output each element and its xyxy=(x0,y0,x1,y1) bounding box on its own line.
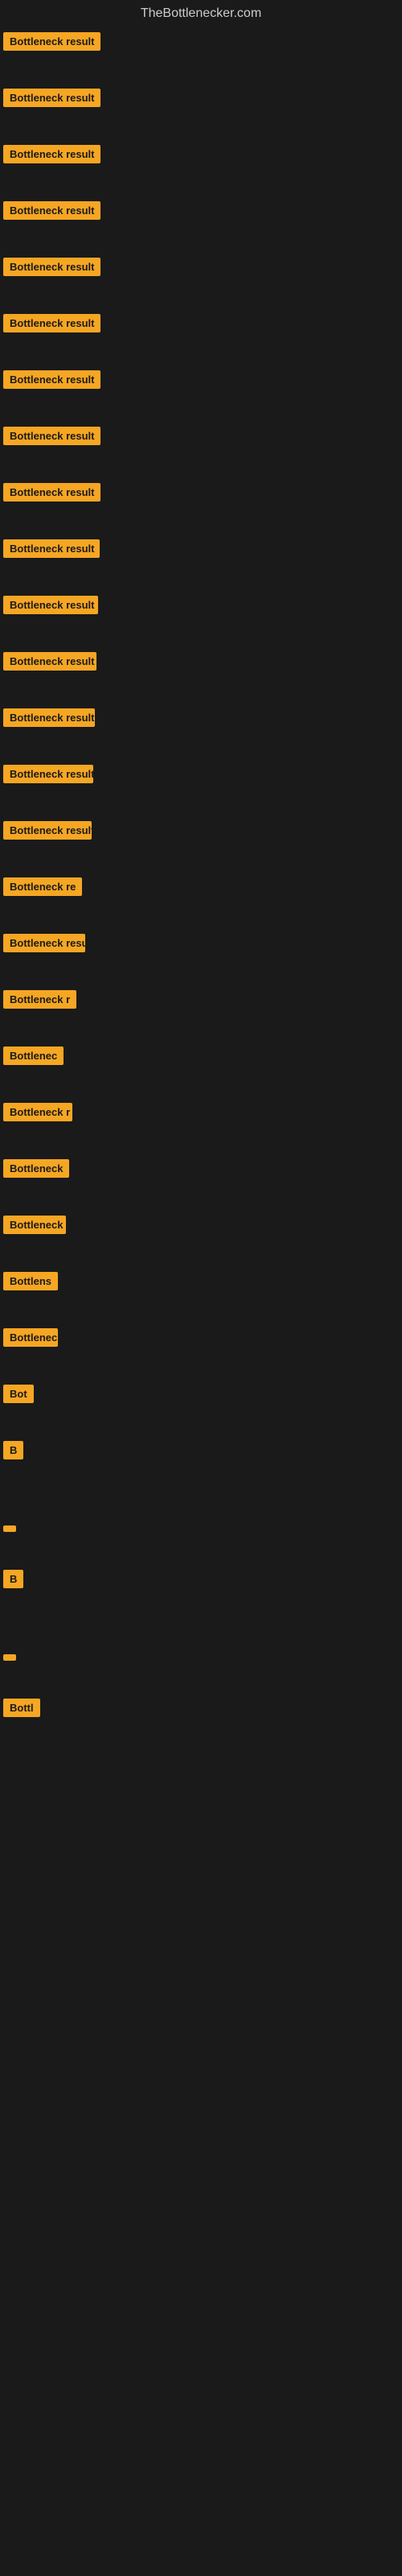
list-item: Bottleneck r xyxy=(0,985,402,1018)
bottleneck-badge: Bottleneck result xyxy=(3,539,100,558)
list-item: Bottleneck result xyxy=(0,760,402,792)
list-item: Bottleneck result xyxy=(0,84,402,116)
bottleneck-badge: Bottleneck r xyxy=(3,1103,72,1121)
list-item: Bottleneck result xyxy=(0,422,402,454)
bottleneck-badge: Bottleneck result xyxy=(3,32,100,51)
bottleneck-badge: Bottleneck res xyxy=(3,1216,66,1234)
bottleneck-badge: Bottl xyxy=(3,1699,40,1717)
list-item: Bottleneck result xyxy=(0,309,402,341)
bottleneck-badge: Bottleneck result xyxy=(3,89,100,107)
list-item: Bottleneck result xyxy=(0,140,402,172)
list-item: Bottleneck result xyxy=(0,816,402,848)
list-item: Bottl xyxy=(0,1694,402,1726)
bottleneck-badge: Bottlenec xyxy=(3,1046,64,1065)
bottleneck-badge: B xyxy=(3,1441,23,1459)
list-item: Bottleneck result xyxy=(0,929,402,961)
bottleneck-badge: Bottleneck result xyxy=(3,258,100,276)
list-item: Bottleneck result xyxy=(0,535,402,567)
list-item xyxy=(0,1517,402,1541)
bottleneck-badge: Bottleneck result xyxy=(3,934,85,952)
bottleneck-badge: Bottleneck xyxy=(3,1159,69,1178)
list-item: Bottleneck re xyxy=(0,873,402,905)
bottleneck-badge: Bottleneck result xyxy=(3,314,100,332)
bottleneck-badge: Bottleneck xyxy=(3,1328,58,1347)
list-item: Bottleneck result xyxy=(0,478,402,510)
list-item: Bottleneck xyxy=(0,1323,402,1356)
bottleneck-badge: Bottleneck result xyxy=(3,483,100,502)
site-title: TheBottlenecker.com xyxy=(0,0,402,27)
bottleneck-badge: Bottleneck r xyxy=(3,990,76,1009)
list-item: Bottleneck result xyxy=(0,591,402,623)
bottleneck-badge: Bottleneck result xyxy=(3,708,95,727)
bottleneck-badge: Bottlens xyxy=(3,1272,58,1290)
bottleneck-badge xyxy=(3,1525,16,1532)
list-item: Bottlenec xyxy=(0,1042,402,1074)
bottleneck-badge: Bottleneck result xyxy=(3,145,100,163)
bottleneck-badge: Bottleneck result xyxy=(3,596,98,614)
list-item: Bottleneck r xyxy=(0,1098,402,1130)
bottleneck-badge: Bottleneck result xyxy=(3,370,100,389)
list-item: B xyxy=(0,1436,402,1468)
list-item: Bottleneck result xyxy=(0,253,402,285)
bottleneck-badge: Bottleneck result xyxy=(3,765,93,783)
bottleneck-badge: Bottleneck result xyxy=(3,201,100,220)
list-item xyxy=(0,1645,402,1670)
bottleneck-badge: Bottleneck re xyxy=(3,877,82,896)
bottleneck-badge xyxy=(3,1654,16,1661)
list-item: Bottleneck result xyxy=(0,365,402,398)
list-item: Bottlens xyxy=(0,1267,402,1299)
list-item: Bottleneck xyxy=(0,1154,402,1187)
bottleneck-badge: Bottleneck result xyxy=(3,427,100,445)
list-item: Bottleneck result xyxy=(0,196,402,229)
bottleneck-badge: Bottleneck result xyxy=(3,821,92,840)
bottleneck-badge: B xyxy=(3,1570,23,1588)
list-item: Bottleneck result xyxy=(0,704,402,736)
list-item: B xyxy=(0,1565,402,1597)
list-item: Bottleneck res xyxy=(0,1211,402,1243)
page-container: TheBottlenecker.com Bottleneck result Bo… xyxy=(0,0,402,1726)
list-item: Bot xyxy=(0,1380,402,1412)
list-item: Bottleneck result xyxy=(0,27,402,60)
bottleneck-badge: Bot xyxy=(3,1385,34,1403)
list-item: Bottleneck result xyxy=(0,647,402,679)
bottleneck-badge: Bottleneck result xyxy=(3,652,96,671)
